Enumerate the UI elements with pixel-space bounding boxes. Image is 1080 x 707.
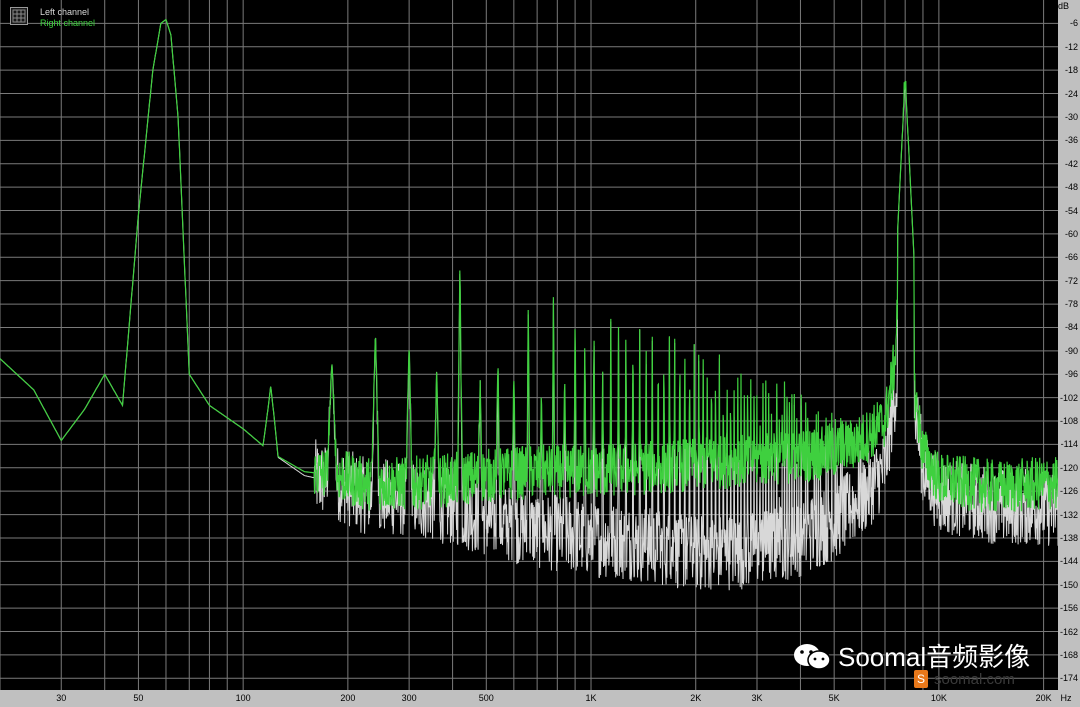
x-tick-label: 3K [751,693,763,703]
y-tick-label: -36 [1064,135,1078,146]
y-tick-label: -114 [1060,439,1078,450]
y-tick-label: -102 [1059,392,1078,403]
spectrum-chart [0,0,1058,690]
y-tick-label: -84 [1064,322,1078,333]
x-tick-label: 5K [828,693,840,703]
legend-grid-icon[interactable] [10,7,28,25]
y-tick-label: -144 [1059,556,1078,567]
y-tick-label: -12 [1064,41,1078,52]
legend-left-channel: Left channel [40,7,90,17]
y-tick-label: -18 [1064,65,1078,76]
y-tick-label: -174 [1059,673,1078,684]
y-tick-label: -54 [1064,205,1078,216]
y-tick-label: -60 [1064,228,1078,239]
y-tick-label: -6 [1069,18,1078,29]
y-tick-label: -168 [1059,649,1078,660]
y-tick-label: -162 [1059,626,1078,637]
series-left-channel [0,18,1058,591]
x-tick-label: 500 [478,693,494,703]
y-tick-label: -120 [1059,462,1078,473]
x-tick-label: 10K [930,693,947,703]
x-tick-label: 30 [56,693,67,703]
wechat-icon [792,642,832,672]
watermark-site: soomal.com [934,671,1015,688]
x-axis-unit: Hz [1060,693,1072,703]
y-tick-label: -24 [1064,88,1078,99]
y-tick-label: -156 [1059,603,1078,614]
y-tick-label: -48 [1064,182,1078,193]
soomal-logo-icon: S [914,670,928,688]
y-tick-label: -96 [1064,369,1078,380]
plot-area [0,0,1058,690]
y-tick-label: -72 [1064,275,1078,286]
y-tick-label: -132 [1059,509,1078,520]
x-tick-label: 20K [1035,693,1052,703]
y-tick-label: -108 [1059,416,1078,427]
analyzer-window: Left channel Right channel -6 -12 -18 -24 -3… [0,0,1080,707]
y-tick-label: -42 [1064,158,1078,169]
x-tick-label: 200 [340,693,356,703]
y-tick-label: -78 [1064,299,1078,310]
y-tick-label: -126 [1059,486,1078,497]
y-tick-label: -138 [1059,532,1078,543]
y-tick-label: -90 [1064,345,1078,356]
x-tick-label: 1K [585,693,597,703]
y-tick-label: -150 [1059,579,1078,590]
y-tick-label: -30 [1064,111,1078,122]
legend-right-channel: Right channel [40,18,96,28]
watermark-text: Soomal音频影像 [838,642,1031,672]
y-axis-unit: dB [1057,1,1069,11]
y-tick-label: -66 [1064,252,1078,263]
x-tick-label: 300 [401,693,417,703]
x-tick-label: 2K [690,693,702,703]
x-tick-label: 100 [235,693,251,703]
x-tick-label: 50 [133,693,144,703]
